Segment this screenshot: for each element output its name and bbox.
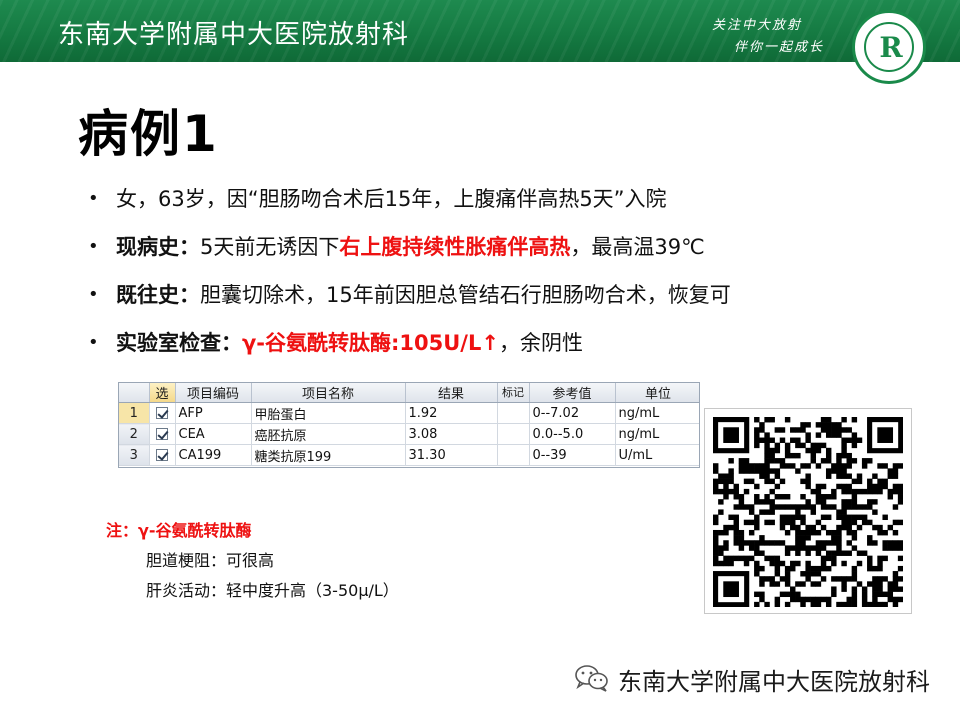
lab-tests-post: ，余阴性: [498, 331, 583, 355]
row-number: 1: [119, 402, 150, 424]
grid-header-flag[interactable]: 标记: [497, 383, 530, 403]
grid-header-result[interactable]: 结果: [405, 383, 498, 403]
row-checkbox[interactable]: [149, 444, 176, 466]
bullet-dot: •: [88, 284, 99, 305]
note-title: 注：γ-谷氨酰转肽酶: [106, 521, 252, 540]
logo-letter: R: [879, 31, 903, 64]
bullet-dot: •: [88, 332, 99, 353]
cell-reference: 0--39: [529, 444, 616, 466]
lab-tests-label: 实验室检查：: [116, 331, 242, 355]
past-history-text: 胆囊切除术，15年前因胆总管结石行胆肠吻合术，恢复可: [200, 283, 731, 307]
qr-code-icon: [713, 417, 903, 607]
wechat-icon: [575, 665, 608, 692]
row-checkbox[interactable]: [149, 423, 176, 445]
present-illness-post: ，最高温39℃: [570, 235, 705, 259]
cell-reference: 0--7.02: [529, 402, 616, 424]
note-block: 注：γ-谷氨酰转肽酶 胆道梗阻：可很高 肝炎活动：轻中度升高（3-50μ/L）: [106, 520, 399, 610]
case-bullets: • 女，63岁，因“胆肠吻合术后15年，上腹痛伴高热5天”入院 • 现病史：5天…: [88, 182, 948, 374]
cell-result: 1.92: [405, 402, 498, 424]
present-illness-highlight: 右上腹持续性胀痛伴高热: [339, 235, 571, 259]
slogan-line-1: 关注中大放射: [712, 18, 803, 33]
logo-inner-ring: R: [864, 22, 914, 72]
cell-result: 31.30: [405, 444, 498, 466]
footer-text: 东南大学附属中大医院放射科: [618, 668, 930, 696]
cell-code: AFP: [175, 402, 252, 424]
cell-unit: ng/mL: [615, 423, 699, 445]
bullet-text: 既往史：胆囊切除术，15年前因胆总管结石行胆肠吻合术，恢复可: [116, 278, 731, 312]
cell-name: 癌胚抗原: [251, 423, 406, 445]
grid-header-name[interactable]: 项目名称: [251, 383, 406, 403]
bullet-text: 女，63岁，因“胆肠吻合术后15年，上腹痛伴高热5天”入院: [116, 187, 667, 211]
cell-result: 3.08: [405, 423, 498, 445]
row-checkbox[interactable]: [149, 402, 176, 424]
header-banner: 东南大学附属中大医院放射科 关注中大放射 伴你一起成长: [0, 0, 960, 62]
cell-unit: U/mL: [615, 444, 699, 466]
hospital-logo: R: [852, 10, 926, 84]
qr-code: [704, 408, 912, 614]
table-row[interactable]: 1 AFP 甲胎蛋白 1.92 0--7.02 ng/mL: [119, 402, 699, 424]
checkbox-checked-icon[interactable]: [156, 428, 168, 440]
bullet-past-history: • 既往史：胆囊切除术，15年前因胆总管结石行胆肠吻合术，恢复可: [88, 278, 948, 326]
table-row[interactable]: 2 CEA 癌胚抗原 3.08 0.0--5.0 ng/mL: [119, 423, 699, 445]
cell-name: 甲胎蛋白: [251, 402, 406, 424]
table-row[interactable]: 3 CA199 糖类抗原199 31.30 0--39 U/mL: [119, 444, 699, 466]
header-title: 东南大学附属中大医院放射科: [58, 20, 410, 50]
row-number: 3: [119, 444, 150, 466]
lab-tests-highlight: γ-谷氨酰转肽酶:105U/L↑: [242, 331, 499, 355]
grid-header-unit[interactable]: 单位: [615, 383, 699, 403]
bullet-patient-info: • 女，63岁，因“胆肠吻合术后15年，上腹痛伴高热5天”入院: [88, 182, 948, 230]
slogan-line-2: 伴你一起成长: [734, 40, 825, 55]
grid-header-rownum: [119, 383, 150, 403]
cell-flag: [497, 423, 530, 445]
grid-header-code[interactable]: 项目编码: [175, 383, 252, 403]
bullet-dot: •: [88, 236, 99, 257]
cell-name: 糖类抗原199: [251, 444, 406, 466]
cell-reference: 0.0--5.0: [529, 423, 616, 445]
cell-flag: [497, 402, 530, 424]
slide-title: 病例1: [78, 105, 219, 163]
cell-code: CA199: [175, 444, 252, 466]
grid-header-reference[interactable]: 参考值: [529, 383, 616, 403]
cell-unit: ng/mL: [615, 402, 699, 424]
bullet-text: 现病史：5天前无诱因下右上腹持续性胀痛伴高热，最高温39℃: [116, 230, 705, 264]
bullet-present-illness: • 现病史：5天前无诱因下右上腹持续性胀痛伴高热，最高温39℃: [88, 230, 948, 278]
checkbox-checked-icon[interactable]: [156, 449, 168, 461]
bullet-lab-tests: • 实验室检查：γ-谷氨酰转肽酶:105U/L↑，余阴性: [88, 326, 948, 374]
row-number: 2: [119, 423, 150, 445]
note-line-hepatitis: 肝炎活动：轻中度升高（3-50μ/L）: [146, 581, 399, 600]
lab-results-grid: 选 项目编码 项目名称 结果 标记 参考值 单位 1 AFP 甲胎蛋白 1.92…: [118, 382, 700, 468]
note-line-biliary: 胆道梗阻：可很高: [146, 551, 275, 570]
grid-header-row: 选 项目编码 项目名称 结果 标记 参考值 单位: [119, 383, 699, 403]
grid-header-select[interactable]: 选: [149, 383, 176, 403]
cell-flag: [497, 444, 530, 466]
past-history-label: 既往史：: [116, 283, 200, 307]
present-illness-pre: 5天前无诱因下: [200, 235, 340, 259]
bullet-dot: •: [88, 188, 99, 209]
cell-code: CEA: [175, 423, 252, 445]
checkbox-checked-icon[interactable]: [156, 407, 168, 419]
present-illness-label: 现病史：: [116, 235, 200, 259]
bullet-text: 实验室检查：γ-谷氨酰转肽酶:105U/L↑，余阴性: [116, 326, 583, 360]
